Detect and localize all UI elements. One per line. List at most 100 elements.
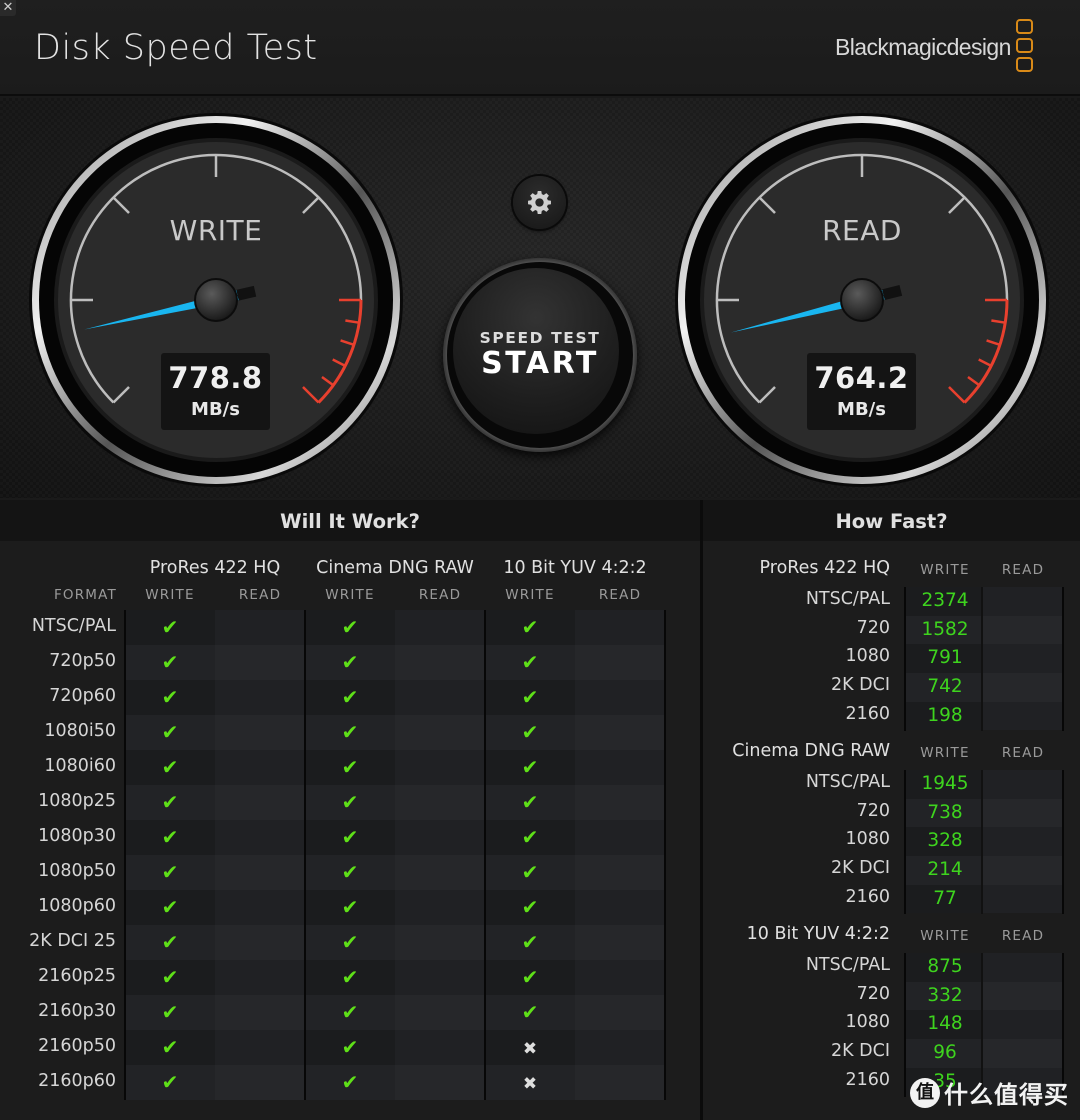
start-button-label: START <box>481 346 599 381</box>
format-row-label: 2160p25 <box>38 966 116 986</box>
format-row-label: 2K DCI 25 <box>29 931 116 951</box>
read-result-cell <box>395 960 485 995</box>
column-divider <box>1062 587 1064 731</box>
write-result-cell: ✔ <box>125 715 215 750</box>
how-fast-write-value: 1582 <box>905 615 985 645</box>
read-result-cell <box>575 1030 665 1065</box>
how-fast-codec-title: Cinema DNG RAW <box>732 741 890 761</box>
read-gauge-dial <box>675 113 1049 487</box>
check-icon: ✔ <box>521 930 539 954</box>
check-icon: ✔ <box>521 650 539 674</box>
check-icon: ✔ <box>341 650 359 674</box>
column-divider <box>981 770 983 914</box>
close-button[interactable]: ✕ <box>0 0 16 16</box>
start-button-subtitle: SPEED TEST <box>479 329 601 347</box>
column-divider <box>904 953 906 1097</box>
write-result-cell: ✖ <box>485 1030 575 1065</box>
read-result-cell <box>575 925 665 960</box>
check-icon: ✔ <box>161 1070 179 1094</box>
how-fast-write-value: 1945 <box>905 770 985 799</box>
write-result-cell: ✔ <box>485 680 575 715</box>
read-gauge-label: READ <box>822 214 902 247</box>
write-result-cell: ✔ <box>485 645 575 680</box>
check-icon: ✔ <box>341 1035 359 1059</box>
watermark-text: 什么值得买 <box>944 1081 1069 1109</box>
write-result-cell: ✔ <box>305 1065 395 1100</box>
write-result-cell: ✔ <box>125 820 215 855</box>
write-result-cell: ✔ <box>485 610 575 645</box>
read-result-cell <box>575 645 665 680</box>
check-icon: ✔ <box>161 1000 179 1024</box>
how-fast-write-value: 148 <box>905 1010 985 1039</box>
read-result-cell <box>395 855 485 890</box>
write-result-cell: ✔ <box>125 995 215 1030</box>
how-fast-row-label: NTSC/PAL <box>805 772 890 792</box>
how-fast-write-value: 875 <box>905 953 985 982</box>
write-result-cell: ✔ <box>485 890 575 925</box>
check-icon: ✔ <box>521 895 539 919</box>
how-fast-row-label: NTSC/PAL <box>805 955 890 975</box>
read-result-cell <box>215 925 305 960</box>
write-result-cell: ✔ <box>305 960 395 995</box>
read-result-cell <box>215 680 305 715</box>
read-result-cell <box>575 750 665 785</box>
check-icon: ✔ <box>161 615 179 639</box>
check-icon: ✔ <box>341 720 359 744</box>
watermark-badge-icon: 值 <box>910 1077 940 1108</box>
write-result-cell: ✔ <box>485 855 575 890</box>
write-column-header: WRITE <box>325 587 375 603</box>
column-divider <box>664 610 666 1100</box>
read-speed-unit: MB/s <box>837 399 886 420</box>
write-result-cell: ✔ <box>125 785 215 820</box>
how-fast-write-value: 742 <box>905 673 985 702</box>
write-result-cell: ✔ <box>125 680 215 715</box>
read-speed-value: 764.2 <box>814 361 909 395</box>
read-result-cell <box>395 1065 485 1100</box>
write-column-header: WRITE <box>505 587 555 603</box>
write-result-cell: ✔ <box>485 715 575 750</box>
write-result-cell: ✔ <box>485 960 575 995</box>
write-gauge-dial <box>29 113 403 487</box>
read-gauge: READ 764.2 MB/s <box>674 112 1050 488</box>
speed-test-start-button[interactable]: SPEED TEST START <box>443 258 637 452</box>
read-result-cell <box>395 925 485 960</box>
read-result-cell <box>395 645 485 680</box>
watermark: 值 什么值得买 <box>910 1075 1069 1110</box>
write-result-cell: ✔ <box>485 925 575 960</box>
how-fast-read-value <box>983 884 1063 914</box>
how-fast-write-value: 96 <box>905 1039 985 1068</box>
read-result-cell <box>215 890 305 925</box>
how-fast-write-value: 214 <box>905 856 985 885</box>
how-fast-write-value: 791 <box>905 644 985 673</box>
read-result-cell <box>215 1065 305 1100</box>
write-result-cell: ✔ <box>485 995 575 1030</box>
how-fast-read-value <box>983 827 1063 856</box>
write-result-cell: ✔ <box>125 960 215 995</box>
read-result-cell <box>215 715 305 750</box>
settings-button[interactable] <box>513 176 566 229</box>
format-row-label: NTSC/PAL <box>31 616 116 636</box>
write-column-header: WRITE <box>920 745 970 761</box>
how-fast-row-label: 1080 <box>845 1012 890 1033</box>
check-icon: ✔ <box>521 860 539 884</box>
format-row-label: 2160p60 <box>38 1071 116 1091</box>
how-fast-read-value <box>983 1039 1063 1068</box>
codec-header: 10 Bit YUV 4:2:2 <box>503 558 647 578</box>
format-row-label: 1080p25 <box>38 791 116 811</box>
how-fast-panel: How Fast? ProRes 422 HQ WRITE READ NTSC/PAL… <box>703 500 1080 1120</box>
check-icon: ✔ <box>341 895 359 919</box>
how-fast-codec-title: 10 Bit YUV 4:2:2 <box>746 924 890 944</box>
read-result-cell <box>395 890 485 925</box>
how-fast-read-value <box>983 770 1063 799</box>
read-result-cell <box>395 785 485 820</box>
gauge-stage: WRITE 778.8 MB/s SPEED TEST START READ 7… <box>0 98 1080 498</box>
format-row-label: 1080i60 <box>44 756 116 776</box>
write-result-cell: ✔ <box>125 855 215 890</box>
how-fast-row-label: 2160 <box>845 1069 890 1090</box>
codec-header: Cinema DNG RAW <box>316 558 474 578</box>
check-icon: ✔ <box>161 895 179 919</box>
read-result-cell <box>575 680 665 715</box>
read-column-header: READ <box>418 587 462 603</box>
how-fast-codec-title: ProRes 422 HQ <box>759 558 890 578</box>
write-result-cell: ✔ <box>305 995 395 1030</box>
